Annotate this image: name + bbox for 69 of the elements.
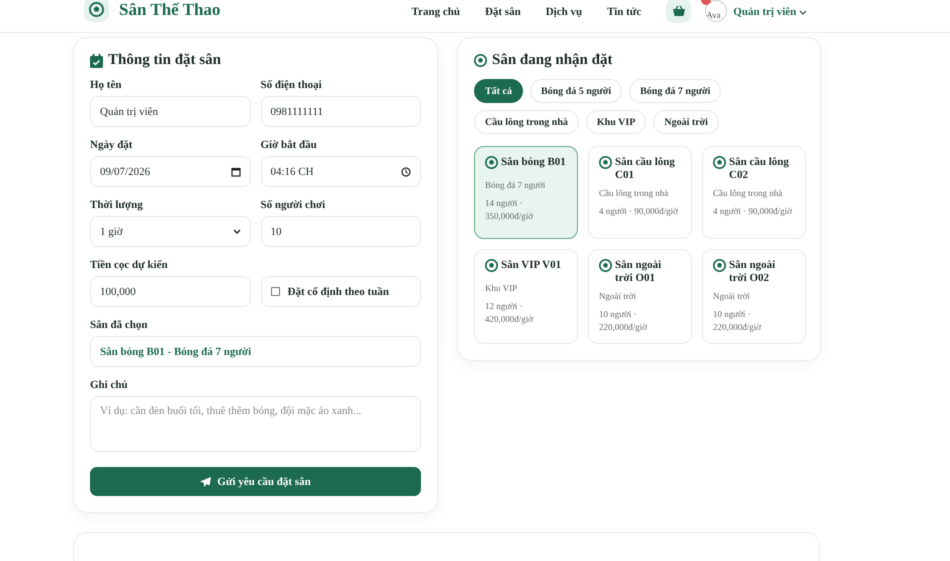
nav-link[interactable]: Dịch vụ (546, 6, 582, 18)
court-category: Khu VIP (485, 282, 518, 295)
input-field[interactable]: 0981111111 (260, 96, 421, 127)
court-info: 14 người · 350,000đ/giờ (485, 197, 534, 223)
field-label: Giờ bắt đầu (260, 139, 318, 151)
court-info: 12 người · 420,000đ/giờ (485, 300, 534, 326)
field-label: Họ tên (90, 79, 122, 91)
court-category: Cầu lông trong nhà (599, 187, 670, 200)
checkbox[interactable] (270, 287, 280, 296)
court-category: Ngoài trời (713, 290, 752, 303)
filter-tab[interactable]: Bóng đá 7 người (629, 79, 722, 103)
filter-tab[interactable]: Ngoài trời (653, 110, 719, 134)
court-category: Bóng đá 7 người (485, 179, 546, 192)
filter-tab[interactable]: Tất cả (474, 79, 523, 103)
filter-tab[interactable]: Bóng đá 5 người (530, 79, 622, 103)
notes-field[interactable]: Ví dụ: cần đèn buổi tối, thuê thêm bóng, đội mặc áo xanh... (90, 396, 421, 452)
court-name: Sân ngoài trời O01 (615, 259, 662, 285)
court-info: 10 người · 220,000đ/giờ (599, 308, 648, 334)
input-field[interactable]: 100,000 (90, 276, 250, 307)
court-card[interactable]: Sân VIP V01 Khu VIP 12 người · 420,000đ/giờ (474, 249, 578, 344)
send-icon (200, 476, 212, 486)
input-field[interactable]: 10 (260, 216, 421, 247)
basket-icon (672, 5, 686, 17)
card-title: Thông tin đặt sân (108, 52, 221, 69)
date-field[interactable]: 09/07/2026 (90, 156, 250, 187)
checkbox-label: Đặt cố định theo tuần (288, 286, 389, 298)
field-label: Số người chơi (260, 199, 326, 211)
caret-icon (232, 229, 240, 234)
field-label: Ghi chú (90, 379, 129, 391)
court-name: Sân cầu lông C01 (615, 156, 676, 182)
court-info: 4 người · 90,000đ/giờ (713, 205, 793, 218)
court-card[interactable]: Sân ngoài trời O02 Ngoài trời 10 người · 220,000đ/giờ (702, 249, 806, 344)
court-info: 10 người · 220,000đ/giờ (713, 308, 762, 334)
calendar-check-icon (90, 54, 103, 68)
court-card[interactable]: Sân cầu lông C02 Cầu lông trong nhà 4 người · 90,000đ/giờ (702, 146, 806, 239)
user-menu[interactable]: Quản trị viên (733, 6, 807, 18)
select-field[interactable]: 1 giờ (90, 216, 250, 247)
nav-link[interactable]: Tin tức (607, 6, 642, 18)
court-name: Sân ngoài trời O02 (729, 259, 776, 285)
court-name: Sân cầu lông C02 (729, 156, 790, 182)
nav-link[interactable]: Đặt sân (484, 6, 521, 18)
input-field[interactable]: Quản trị viên (90, 96, 250, 127)
field-label: Tiền cọc dự kiến (90, 259, 169, 271)
field-label: Số điện thoại (260, 79, 323, 91)
field-label: Ngày đặt (90, 139, 134, 151)
field-label: Thời lượng (90, 199, 144, 211)
caret-icon (799, 10, 807, 15)
brand-name[interactable]: Sân Thể Thao (119, 0, 220, 20)
court-card[interactable]: Sân cầu lông C01 Cầu lông trong nhà 4 người · 90,000đ/giờ (588, 146, 692, 239)
time-field[interactable]: 04:16 CH (260, 156, 421, 187)
clock-icon (401, 166, 411, 176)
avatar[interactable]: Ava (705, 0, 728, 22)
court-card[interactable]: Sân ngoài trời O01 Ngoài trời 10 người · 220,000đ/giờ (588, 249, 692, 344)
cart-button[interactable] (666, 0, 692, 23)
nav-link[interactable]: Trang chủ (412, 6, 460, 18)
submit-button[interactable]: Gửi yêu cầu đặt sân (90, 467, 421, 496)
field-label: Sân đã chọn (90, 319, 148, 331)
court-name: Sân VIP V01 (501, 259, 562, 272)
court-card[interactable]: Sân bóng B01 Bóng đá 7 người 14 người · 350,000đ/giờ (474, 146, 578, 239)
filter-tab[interactable]: Khu VIP (586, 110, 646, 134)
ball-icon (474, 54, 487, 67)
calendar-icon (230, 166, 240, 176)
selected-court-field: Sân bóng B01 - Bóng đá 7 người (90, 336, 421, 367)
court-category: Ngoài trời (599, 290, 638, 303)
card-title: Sân đang nhận đặt (492, 52, 612, 69)
court-info: 4 người · 90,000đ/giờ (599, 205, 679, 218)
filter-tab[interactable]: Cầu lông trong nhà (474, 110, 579, 134)
court-category: Cầu lông trong nhà (713, 187, 784, 200)
court-name: Sân bóng B01 (501, 156, 566, 169)
